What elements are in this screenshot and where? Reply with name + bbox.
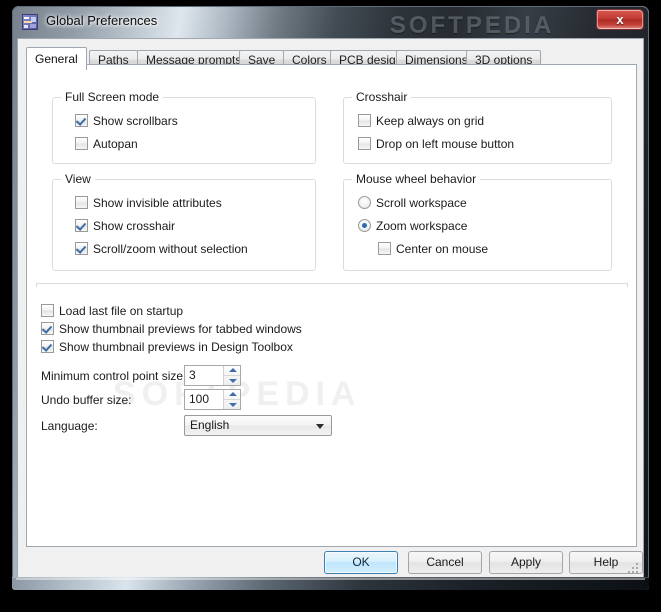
checkbox-icon-unchecked — [75, 137, 88, 150]
dialog-footer: OK Cancel Apply Help — [18, 547, 643, 577]
checkbox-label: Center on mouse — [396, 242, 489, 256]
group-title-full-screen-mode: Full Screen mode — [61, 90, 164, 105]
checkbox-icon-checked — [75, 219, 88, 232]
checkbox-label: Show thumbnail previews in Design Toolbo… — [59, 340, 293, 354]
radio-icon-selected — [358, 219, 371, 232]
combobox-language[interactable]: English — [184, 415, 332, 436]
window-title: Global Preferences — [46, 13, 158, 28]
group-title-mouse-wheel-behavior: Mouse wheel behavior — [352, 172, 481, 187]
checkbox-icon-unchecked — [41, 304, 54, 317]
checkbox-icon-unchecked — [378, 242, 391, 255]
checkbox-label: Show crosshair — [93, 219, 176, 233]
label-undo-buffer-size: Undo buffer size: — [41, 393, 132, 407]
apply-button[interactable]: Apply — [489, 551, 563, 574]
close-icon: x — [616, 12, 624, 27]
group-mouse-wheel-behavior: Mouse wheel behavior Scroll workspace Zo… — [343, 172, 612, 271]
spinner-undo-buffer-size[interactable]: 100 — [184, 389, 241, 410]
checkbox-label: Autopan — [93, 137, 138, 151]
group-title-view: View — [61, 172, 95, 187]
spinner-down-icon[interactable] — [224, 400, 240, 409]
dialog-client-area: General Paths Message prompts Save Color… — [17, 38, 644, 578]
spinner-buttons[interactable] — [223, 366, 240, 385]
radio-label: Zoom workspace — [376, 219, 468, 233]
spinner-down-icon[interactable] — [224, 376, 240, 385]
checkbox-label: Scroll/zoom without selection — [93, 242, 248, 256]
resize-grip[interactable] — [628, 563, 640, 575]
label-language: Language: — [41, 419, 98, 433]
tab-panel-general: Full Screen mode Show scrollbars Autopan… — [26, 64, 637, 547]
group-crosshair: Crosshair Keep always on grid Drop on le… — [343, 90, 612, 164]
group-full-screen-mode: Full Screen mode Show scrollbars Autopan — [52, 90, 316, 164]
group-view: View Show invisible attributes Show cros… — [52, 172, 316, 271]
spinner-minimum-control-point-size[interactable]: 3 — [184, 365, 241, 386]
spinner-value: 100 — [189, 392, 210, 406]
cancel-button[interactable]: Cancel — [408, 551, 482, 574]
title-bar[interactable]: Global Preferences SOFTPEDIA x — [12, 6, 649, 39]
global-preferences-window: Global Preferences SOFTPEDIA x General P… — [12, 6, 649, 590]
checkbox-icon-unchecked — [358, 137, 371, 150]
section-separator — [36, 283, 628, 287]
tab-general[interactable]: General — [26, 47, 87, 70]
spinner-buttons[interactable] — [223, 390, 240, 409]
checkbox-label: Load last file on startup — [59, 304, 184, 318]
checkbox-label: Show scrollbars — [93, 114, 178, 128]
spinner-up-icon[interactable] — [224, 366, 240, 376]
window-bottom-frame — [12, 577, 649, 590]
checkbox-label: Show thumbnail previews for tabbed windo… — [59, 322, 302, 336]
app-icon — [22, 14, 38, 30]
softpedia-watermark: SOFTPEDIA — [389, 12, 555, 39]
checkbox-icon-checked — [75, 114, 88, 127]
checkbox-label: Keep always on grid — [376, 114, 485, 128]
radio-icon-unselected — [358, 196, 371, 209]
label-minimum-control-point-size: Minimum control point size: — [41, 369, 187, 383]
ok-button[interactable]: OK — [324, 551, 398, 574]
close-button[interactable]: x — [596, 9, 644, 30]
desktop-background: Global Preferences SOFTPEDIA x General P… — [0, 0, 661, 612]
checkbox-icon-checked — [41, 340, 54, 353]
checkbox-label: Drop on left mouse button — [376, 137, 515, 151]
spinner-value: 3 — [189, 368, 196, 382]
checkbox-icon-checked — [41, 322, 54, 335]
checkbox-icon-unchecked — [75, 196, 88, 209]
checkbox-icon-unchecked — [358, 114, 371, 127]
combobox-value: English — [190, 418, 230, 432]
spinner-up-icon[interactable] — [224, 390, 240, 400]
radio-label: Scroll workspace — [376, 196, 467, 210]
checkbox-label: Show invisible attributes — [93, 196, 222, 210]
chevron-down-icon[interactable] — [316, 424, 324, 429]
checkbox-icon-checked — [75, 242, 88, 255]
group-title-crosshair: Crosshair — [352, 90, 412, 105]
